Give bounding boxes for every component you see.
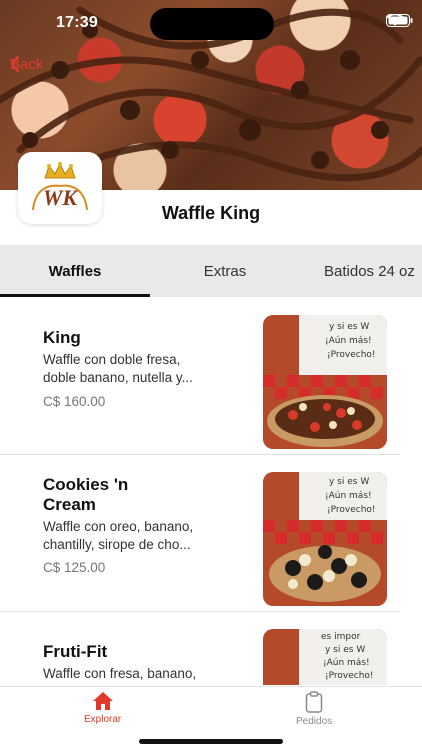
tab-waffles[interactable]: Waffles: [0, 245, 150, 297]
home-indicator: [139, 739, 283, 744]
sign-line-3: ¡Provecho!: [327, 505, 376, 515]
item-name-line-2: Cream: [43, 495, 96, 514]
nav-orders[interactable]: Pedidos: [296, 691, 332, 727]
active-tab-indicator: [0, 294, 150, 297]
category-tabs: Waffles Extras Batidos 24 oz: [0, 245, 422, 297]
clipboard-icon: [305, 691, 323, 713]
nav-explore[interactable]: Explorar: [84, 691, 121, 725]
menu-item-cookies-n-cream[interactable]: Cookies 'n Cream Waffle con oreo, banano…: [0, 455, 400, 612]
chevron-left-icon: [10, 56, 20, 72]
item-name: Fruti-Fit: [43, 642, 108, 661]
item-photo: y si es W ¡Aún más! ¡Provecho!: [263, 472, 387, 606]
menu-item-fruti-fit[interactable]: Fruti-Fit Waffle con fresa, banano, es i…: [0, 612, 400, 685]
item-description-line-2: chantilly, sirope de cho...: [43, 537, 191, 552]
back-button[interactable]: Back: [10, 56, 43, 73]
item-name-line-1: Cookies 'n: [43, 475, 129, 494]
sign-line-2: ¡Aún más!: [323, 658, 370, 668]
sign-line-3: ¡Provecho!: [325, 671, 374, 681]
menu-item-king[interactable]: King Waffle con doble fresa, doble banan…: [0, 298, 400, 455]
item-photo: y si es W ¡Aún más! ¡Provecho!: [263, 315, 387, 449]
item-description-line-2: doble banano, nutella y...: [43, 370, 193, 385]
item-description-line-1: Waffle con fresa, banano,: [43, 666, 197, 681]
restaurant-name: Waffle King: [161, 203, 261, 223]
tab-extras[interactable]: Extras: [150, 245, 300, 297]
item-description-line-1: Waffle con doble fresa,: [43, 352, 181, 367]
nav-orders-label: Pedidos: [296, 716, 333, 727]
item-description-line-1: Waffle con oreo, banano,: [43, 519, 194, 534]
sign-line-1: y si es W: [325, 645, 365, 655]
item-price: C$ 125.00: [43, 560, 106, 575]
status-bar-time: 17:39: [56, 14, 98, 31]
tab-batidos[interactable]: Batidos 24 oz: [300, 245, 422, 297]
battery-icon: [386, 14, 413, 27]
item-photo: es impor y si es W ¡Aún más! ¡Provecho!: [263, 629, 387, 685]
dynamic-island: [150, 8, 274, 40]
sign-line-0: es impor: [321, 632, 361, 642]
sign-line-1: y si es W: [329, 322, 369, 332]
sign-line-1: y si es W: [329, 477, 369, 487]
sign-line-2: ¡Aún más!: [325, 491, 372, 501]
menu-list: King Waffle con doble fresa, doble banan…: [0, 298, 422, 685]
sign-line-3: ¡Provecho!: [327, 350, 376, 360]
item-price: C$ 160.00: [43, 394, 106, 409]
home-icon: [92, 692, 113, 710]
sign-line-2: ¡Aún más!: [325, 336, 372, 346]
nav-explore-label: Explorar: [84, 714, 122, 725]
item-name: King: [43, 328, 81, 347]
